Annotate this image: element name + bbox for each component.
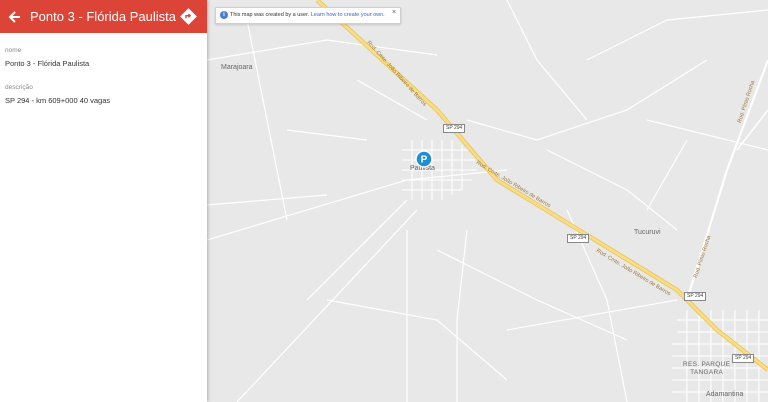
user-map-notice: i This map was created by a user. Learn … — [215, 7, 401, 24]
highway-shield-sp294: SP 294 — [732, 354, 755, 363]
map-roads — [207, 0, 768, 402]
place-marajoara: Marajoara — [221, 64, 253, 71]
info-panel: Ponto 3 - Flórida Paulista nome Ponto 3 … — [0, 0, 207, 402]
parking-icon[interactable]: P — [415, 150, 433, 168]
parking-marker-letter: P — [421, 155, 428, 166]
description-field-value: SP 294 - km 609+000 40 vagas — [5, 96, 111, 105]
back-arrow-icon[interactable] — [5, 7, 25, 27]
panel-title: Ponto 3 - Flórida Paulista — [30, 9, 176, 24]
highway-shield-sp294: SP 294 — [443, 124, 466, 133]
description-field-label: descrição — [5, 84, 33, 91]
learn-more-link[interactable]: Learn how to create your own. — [311, 12, 385, 18]
name-field-value: Ponto 3 - Flórida Paulista — [5, 59, 90, 68]
name-field-label: nome — [5, 47, 22, 54]
place-res-parque-tangara: RES. PARQUE TANGARA — [683, 361, 730, 377]
place-tucuruvi: Tucuruvi — [634, 229, 661, 236]
map-canvas[interactable] — [207, 0, 768, 402]
panel-header: Ponto 3 - Flórida Paulista — [0, 0, 207, 33]
notice-message: This map was created by a user. — [230, 11, 310, 18]
highway-shield-sp294: SP 294 — [684, 292, 707, 301]
place-res-line2: TANGARA — [690, 369, 724, 376]
notice-text-line: This map was created by a user. Learn ho… — [230, 12, 385, 18]
place-adamantina: Adamantina — [706, 391, 744, 398]
place-res-line1: RES. PARQUE — [683, 361, 731, 368]
directions-icon[interactable] — [180, 8, 197, 25]
highway-shield-sp294: SP 294 — [567, 234, 590, 243]
close-icon[interactable]: × — [392, 9, 396, 16]
info-icon: i — [220, 11, 228, 19]
